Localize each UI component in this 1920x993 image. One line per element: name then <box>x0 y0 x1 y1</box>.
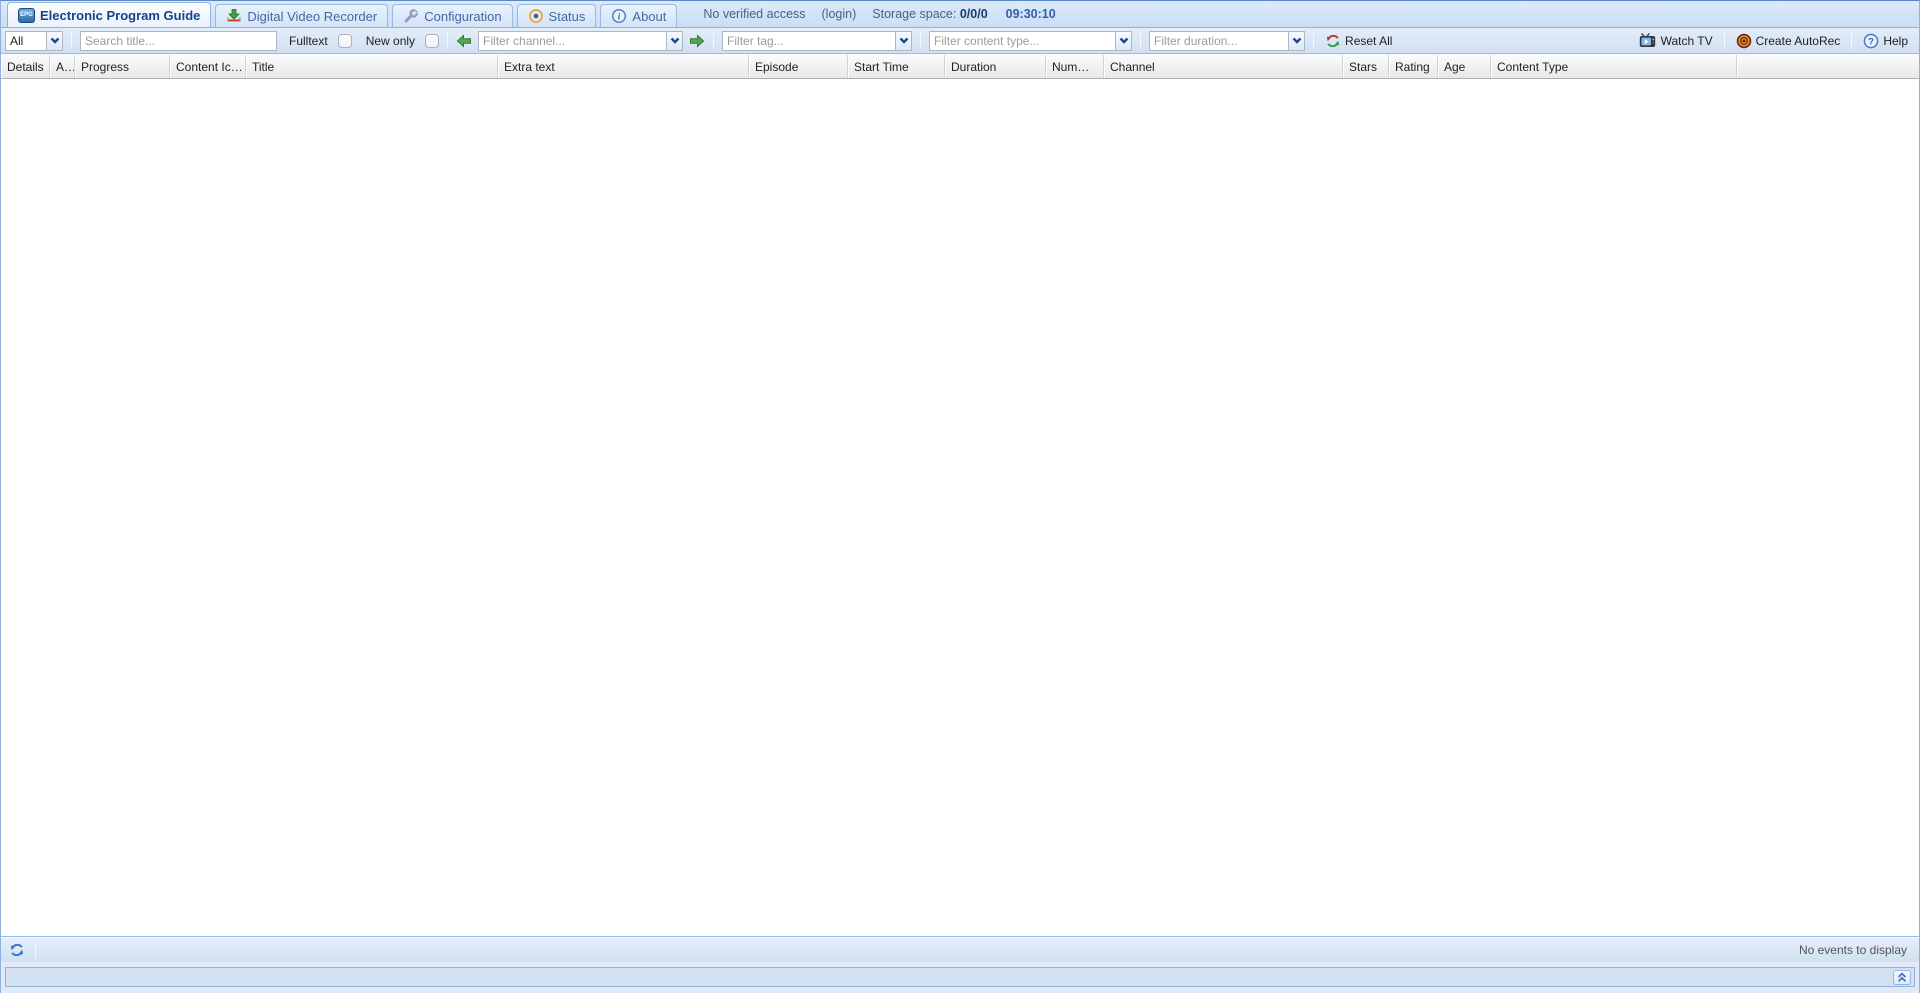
filter-duration-input[interactable] <box>1150 32 1288 50</box>
grid-statusbar: No events to display <box>1 936 1919 962</box>
svg-text:?: ? <box>1868 36 1874 47</box>
help-icon: ? <box>1863 33 1879 49</box>
tab-dvr-label: Digital Video Recorder <box>247 9 377 24</box>
reset-refresh-icon <box>1325 33 1341 49</box>
tab-status-label: Status <box>549 9 586 24</box>
tvheadend-app: EPG Electronic Program Guide Digital Vid… <box>0 0 1920 993</box>
toolbar-separator <box>1851 33 1852 49</box>
column-header-details[interactable]: Details <box>1 55 50 78</box>
fulltext-checkbox[interactable] <box>338 34 352 48</box>
filter-tag-chevron-down-icon[interactable] <box>895 31 912 51</box>
toolbar-separator <box>713 33 714 49</box>
column-header-channel[interactable]: Channel <box>1104 55 1343 78</box>
storage-space: Storage space: 0/0/0 <box>872 7 987 21</box>
column-header-stars[interactable]: Stars <box>1343 55 1389 78</box>
eye-icon <box>528 8 544 24</box>
collapsed-panel-bar <box>5 967 1915 987</box>
mode-select-value: All <box>10 34 23 48</box>
filter-content-type-chevron-down-icon[interactable] <box>1115 31 1132 51</box>
epg-icon: EPG <box>18 8 35 23</box>
toolbar-separator <box>1313 33 1314 49</box>
tv-icon <box>1639 33 1657 48</box>
column-header-title[interactable]: Title <box>246 55 498 78</box>
main-tabbar: EPG Electronic Program Guide Digital Vid… <box>1 1 1919 28</box>
column-header-duration[interactable]: Duration <box>945 55 1046 78</box>
toolbar-separator <box>71 33 72 49</box>
tab-status[interactable]: Status <box>517 4 597 27</box>
column-header-filler <box>1737 55 1919 78</box>
create-autorec-button[interactable]: Create AutoRec <box>1733 30 1844 52</box>
toolbar-separator <box>920 33 921 49</box>
filter-content-type-input[interactable] <box>930 32 1115 50</box>
new-only-checkbox[interactable] <box>425 34 439 48</box>
prev-channel-arrow-left-icon[interactable] <box>456 33 472 49</box>
new-only-label: New only <box>366 34 415 48</box>
reset-all-label: Reset All <box>1345 34 1392 48</box>
column-header-age[interactable]: Age <box>1438 55 1491 78</box>
epg-grid-header: Details A… Progress Content Ic… Title Ex… <box>1 54 1919 79</box>
column-header-a[interactable]: A… <box>50 55 75 78</box>
tab-epg[interactable]: EPG Electronic Program Guide <box>7 2 211 27</box>
mode-select[interactable]: All <box>5 31 63 51</box>
filter-tag-input[interactable] <box>723 32 895 50</box>
create-autorec-label: Create AutoRec <box>1756 34 1841 48</box>
epg-grid-body <box>1 79 1919 936</box>
login-link[interactable]: (login) <box>822 7 857 21</box>
watch-tv-label: Watch TV <box>1661 34 1713 48</box>
chevron-double-up-icon <box>1896 971 1908 983</box>
storage-space-value: 0/0/0 <box>960 7 988 21</box>
help-button[interactable]: ? Help <box>1860 30 1911 52</box>
tab-configuration-label: Configuration <box>424 9 501 24</box>
column-header-progress[interactable]: Progress <box>75 55 170 78</box>
column-header-rating[interactable]: Rating <box>1389 55 1438 78</box>
filter-tag-combo[interactable] <box>722 31 912 51</box>
clock: 09:30:10 <box>1006 7 1056 21</box>
tab-about[interactable]: i About <box>600 4 677 27</box>
column-header-start-time[interactable]: Start Time <box>848 55 945 78</box>
mode-select-chevron-down-icon[interactable] <box>46 31 63 51</box>
tab-configuration[interactable]: Configuration <box>392 4 512 27</box>
refresh-icon <box>9 942 25 958</box>
filter-content-type-combo[interactable] <box>929 31 1132 51</box>
tab-dvr[interactable]: Digital Video Recorder <box>215 4 388 27</box>
column-header-content-type[interactable]: Content Type <box>1491 55 1737 78</box>
storage-space-label: Storage space: <box>872 7 956 21</box>
tab-epg-label: Electronic Program Guide <box>40 8 200 23</box>
column-header-extra-text[interactable]: Extra text <box>498 55 749 78</box>
help-label: Help <box>1883 34 1908 48</box>
epg-toolbar: All Fulltext New only <box>1 28 1919 54</box>
column-header-episode[interactable]: Episode <box>749 55 848 78</box>
expand-panel-button[interactable] <box>1893 970 1911 985</box>
filter-channel-input[interactable] <box>479 32 666 50</box>
empty-grid-message: No events to display <box>1799 943 1913 957</box>
fulltext-label: Fulltext <box>289 34 328 48</box>
column-header-number[interactable]: Num… <box>1046 55 1104 78</box>
dvr-icon <box>226 8 242 24</box>
filter-channel-chevron-down-icon[interactable] <box>666 31 683 51</box>
wrench-icon <box>403 8 419 24</box>
search-title-input[interactable] <box>81 32 276 50</box>
tab-about-label: About <box>632 9 666 24</box>
refresh-button[interactable] <box>7 940 27 960</box>
filter-duration-chevron-down-icon[interactable] <box>1288 31 1305 51</box>
column-header-content-icon[interactable]: Content Ic… <box>170 55 246 78</box>
toolbar-separator <box>447 33 448 49</box>
toolbar-separator <box>1724 33 1725 49</box>
statusbar-separator <box>35 942 36 958</box>
watch-tv-button[interactable]: Watch TV <box>1636 30 1716 52</box>
toolbar-separator <box>1140 33 1141 49</box>
next-channel-arrow-right-icon[interactable] <box>689 33 705 49</box>
south-region <box>1 962 1919 993</box>
info-icon: i <box>611 8 627 24</box>
autorec-target-icon <box>1736 33 1752 49</box>
reset-all-button[interactable]: Reset All <box>1322 30 1395 52</box>
access-status-text: No verified access <box>703 7 805 21</box>
search-title-field <box>80 31 277 51</box>
filter-duration-combo[interactable] <box>1149 31 1305 51</box>
filter-channel-combo[interactable] <box>478 31 683 51</box>
toolbar-right-group: Watch TV Create AutoRec ? <box>1636 30 1915 52</box>
